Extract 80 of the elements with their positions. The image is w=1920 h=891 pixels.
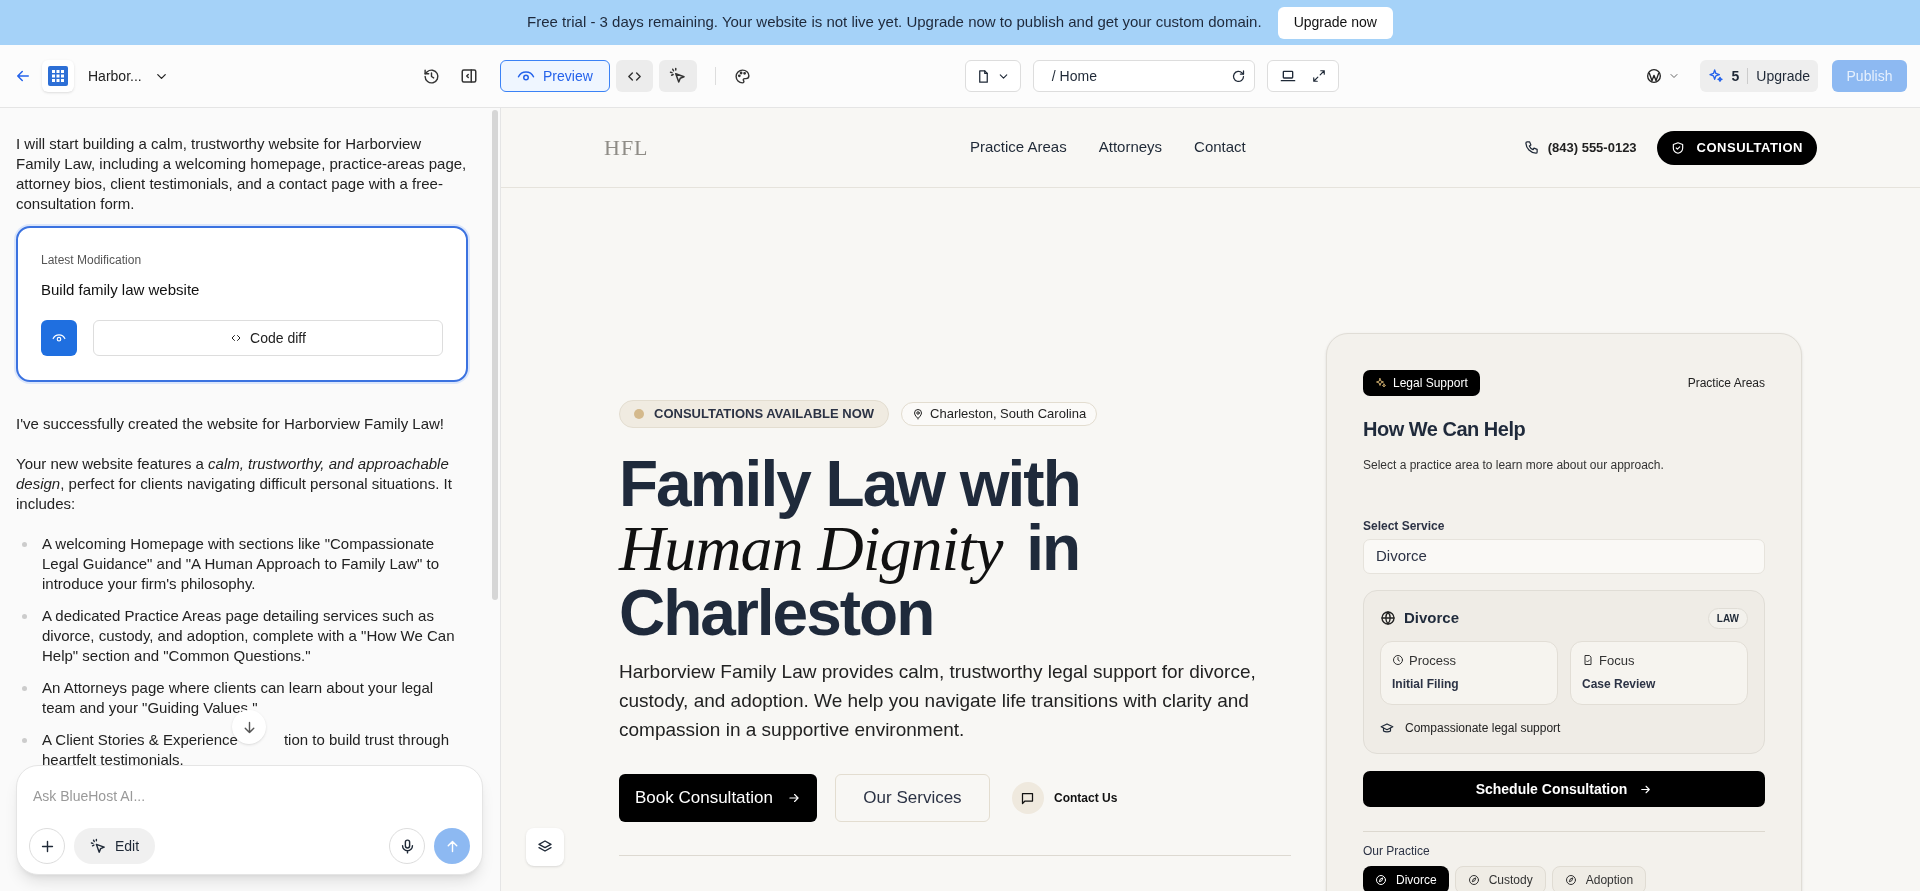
history-icon bbox=[423, 67, 440, 85]
prompt-input[interactable]: Ask BlueHost AI... bbox=[29, 786, 470, 807]
project-dropdown[interactable]: Harbor... bbox=[88, 65, 169, 87]
compass-icon bbox=[1375, 874, 1387, 886]
assistant-message: I've successfully created the website for Harborview Family Law! bbox=[16, 414, 446, 434]
edit-button[interactable]: Edit bbox=[74, 828, 156, 864]
hero-description: Harborview Family Law provides calm, trustworthy legal support for divorce, custody, and adoption. We help you navigate life transitions with clarity and compassion in a supportive environment. bbox=[619, 660, 1257, 742]
arrow-right-icon bbox=[787, 791, 801, 805]
document-check-icon bbox=[1582, 654, 1594, 667]
upgrade-button[interactable]: Upgrade bbox=[1756, 65, 1810, 87]
palette-icon bbox=[733, 67, 751, 85]
card-caption: Latest Modification bbox=[41, 252, 143, 269]
legal-support-tag: Legal Support bbox=[1363, 370, 1480, 396]
feature-list-item: A Client Stories & Experience bbox=[42, 730, 238, 750]
wordpress-dropdown[interactable] bbox=[1645, 68, 1680, 84]
location-badge: Charleston, South Carolina bbox=[901, 402, 1098, 426]
credit-count: 5 bbox=[1731, 66, 1740, 86]
practice-chip[interactable]: Divorce bbox=[1363, 866, 1449, 891]
laptop-icon bbox=[1279, 68, 1296, 84]
code-diff-button[interactable]: Code diff bbox=[93, 320, 443, 356]
availability-badge: CONSULTATIONS AVAILABLE NOW bbox=[619, 400, 890, 428]
graduation-cap-icon bbox=[1380, 721, 1394, 735]
schedule-consultation-button[interactable]: Schedule Consultation bbox=[1363, 771, 1765, 807]
pointer-icon bbox=[668, 67, 687, 85]
compass-icon bbox=[1467, 874, 1480, 886]
field-label: Select Service bbox=[1363, 518, 1446, 535]
practice-areas-link[interactable]: Practice Areas bbox=[1687, 374, 1765, 392]
feature-list-item: A welcoming Homepage with sections like "Compassionate Legal Guidance" and "A Human Approach to Family Law" to introduce your firm's philosophy. bbox=[42, 534, 441, 594]
sparkle-icon bbox=[1707, 68, 1724, 84]
assistant-message: Your new website features a calm, trustworthy, and approachable design, perfect for clients navigating difficult personal situations. It includes: bbox=[16, 454, 453, 514]
card-title: Build family law website bbox=[41, 280, 201, 300]
select-element-tab[interactable] bbox=[658, 60, 697, 92]
clock-icon bbox=[1392, 654, 1404, 667]
preview-button[interactable] bbox=[41, 320, 77, 356]
code-icon bbox=[230, 332, 243, 344]
detail-value: Initial Filing bbox=[1392, 676, 1460, 693]
phone-number: (843) 555-0123 bbox=[1547, 138, 1637, 157]
nav-link[interactable]: Contact bbox=[1194, 136, 1246, 159]
assistant-message: I will start building a calm, trustworthy website for Harborview Family Law, including a welcoming homepage, practice-areas page, attorney bios, client testimonials, and a contact page with a free-consultation form. bbox=[16, 134, 468, 214]
nav-link[interactable]: Attorneys bbox=[1098, 136, 1163, 159]
address-field[interactable]: / Home bbox=[1032, 60, 1255, 92]
phone-icon bbox=[1523, 140, 1539, 155]
sidebar-toggle-icon bbox=[460, 67, 478, 85]
feature-list-item: A dedicated Practice Areas page detailing services such as divorce, custody, and adoption, complete with a "How We Can Help" section and "Common Questions." bbox=[42, 606, 456, 666]
page-dropdown[interactable] bbox=[964, 60, 1021, 92]
pin-icon bbox=[912, 408, 925, 420]
service-note: Compassionate legal support bbox=[1405, 720, 1561, 737]
expand-icon bbox=[1311, 69, 1326, 83]
code-view-tab[interactable] bbox=[615, 60, 653, 92]
feature-list-item: tion to build trust through bbox=[283, 730, 450, 750]
consultation-button[interactable]: CONSULTATION bbox=[1656, 130, 1817, 165]
upgrade-now-button[interactable]: Upgrade now bbox=[1277, 6, 1393, 39]
pointer-icon bbox=[90, 837, 107, 855]
chat-icon bbox=[1020, 790, 1036, 806]
nav-link[interactable]: Practice Areas bbox=[970, 136, 1067, 159]
refresh-icon bbox=[1230, 68, 1246, 84]
card-heading: How We Can Help bbox=[1363, 417, 1527, 442]
detail-label: Process bbox=[1409, 651, 1456, 670]
wordpress-icon bbox=[1645, 68, 1662, 84]
contact-us-link[interactable]: Contact Us bbox=[1012, 782, 1118, 814]
card-subtitle: Select a practice area to learn more about our approach. bbox=[1363, 457, 1665, 474]
detail-value: Case Review bbox=[1582, 676, 1657, 693]
shield-icon bbox=[1670, 140, 1685, 155]
detail-label: Focus bbox=[1599, 651, 1635, 670]
book-consultation-button[interactable]: Book Consultation bbox=[619, 774, 817, 822]
practice-chip[interactable]: Custody bbox=[1454, 866, 1546, 891]
service-name: Divorce bbox=[1404, 608, 1460, 628]
grid-icon bbox=[48, 66, 68, 86]
service-select[interactable]: Divorce bbox=[1363, 539, 1765, 574]
feature-list-item: heartfelt testimonials. bbox=[42, 750, 184, 770]
trial-message: Free trial - 3 days remaining. Your website is not live yet. Upgrade now to publish and get your custom domain. bbox=[527, 12, 1262, 33]
preview-tab[interactable]: Preview bbox=[500, 60, 610, 92]
category-badge: LAW bbox=[1707, 607, 1748, 629]
layers-button[interactable] bbox=[526, 828, 564, 866]
section-label: Our Practice bbox=[1363, 843, 1431, 860]
sparkle-icon bbox=[1375, 377, 1387, 389]
compass-icon bbox=[1564, 874, 1577, 886]
our-services-button[interactable]: Our Services bbox=[835, 774, 990, 822]
practice-chip[interactable]: Adoption bbox=[1551, 866, 1647, 891]
globe-icon bbox=[1380, 610, 1396, 627]
